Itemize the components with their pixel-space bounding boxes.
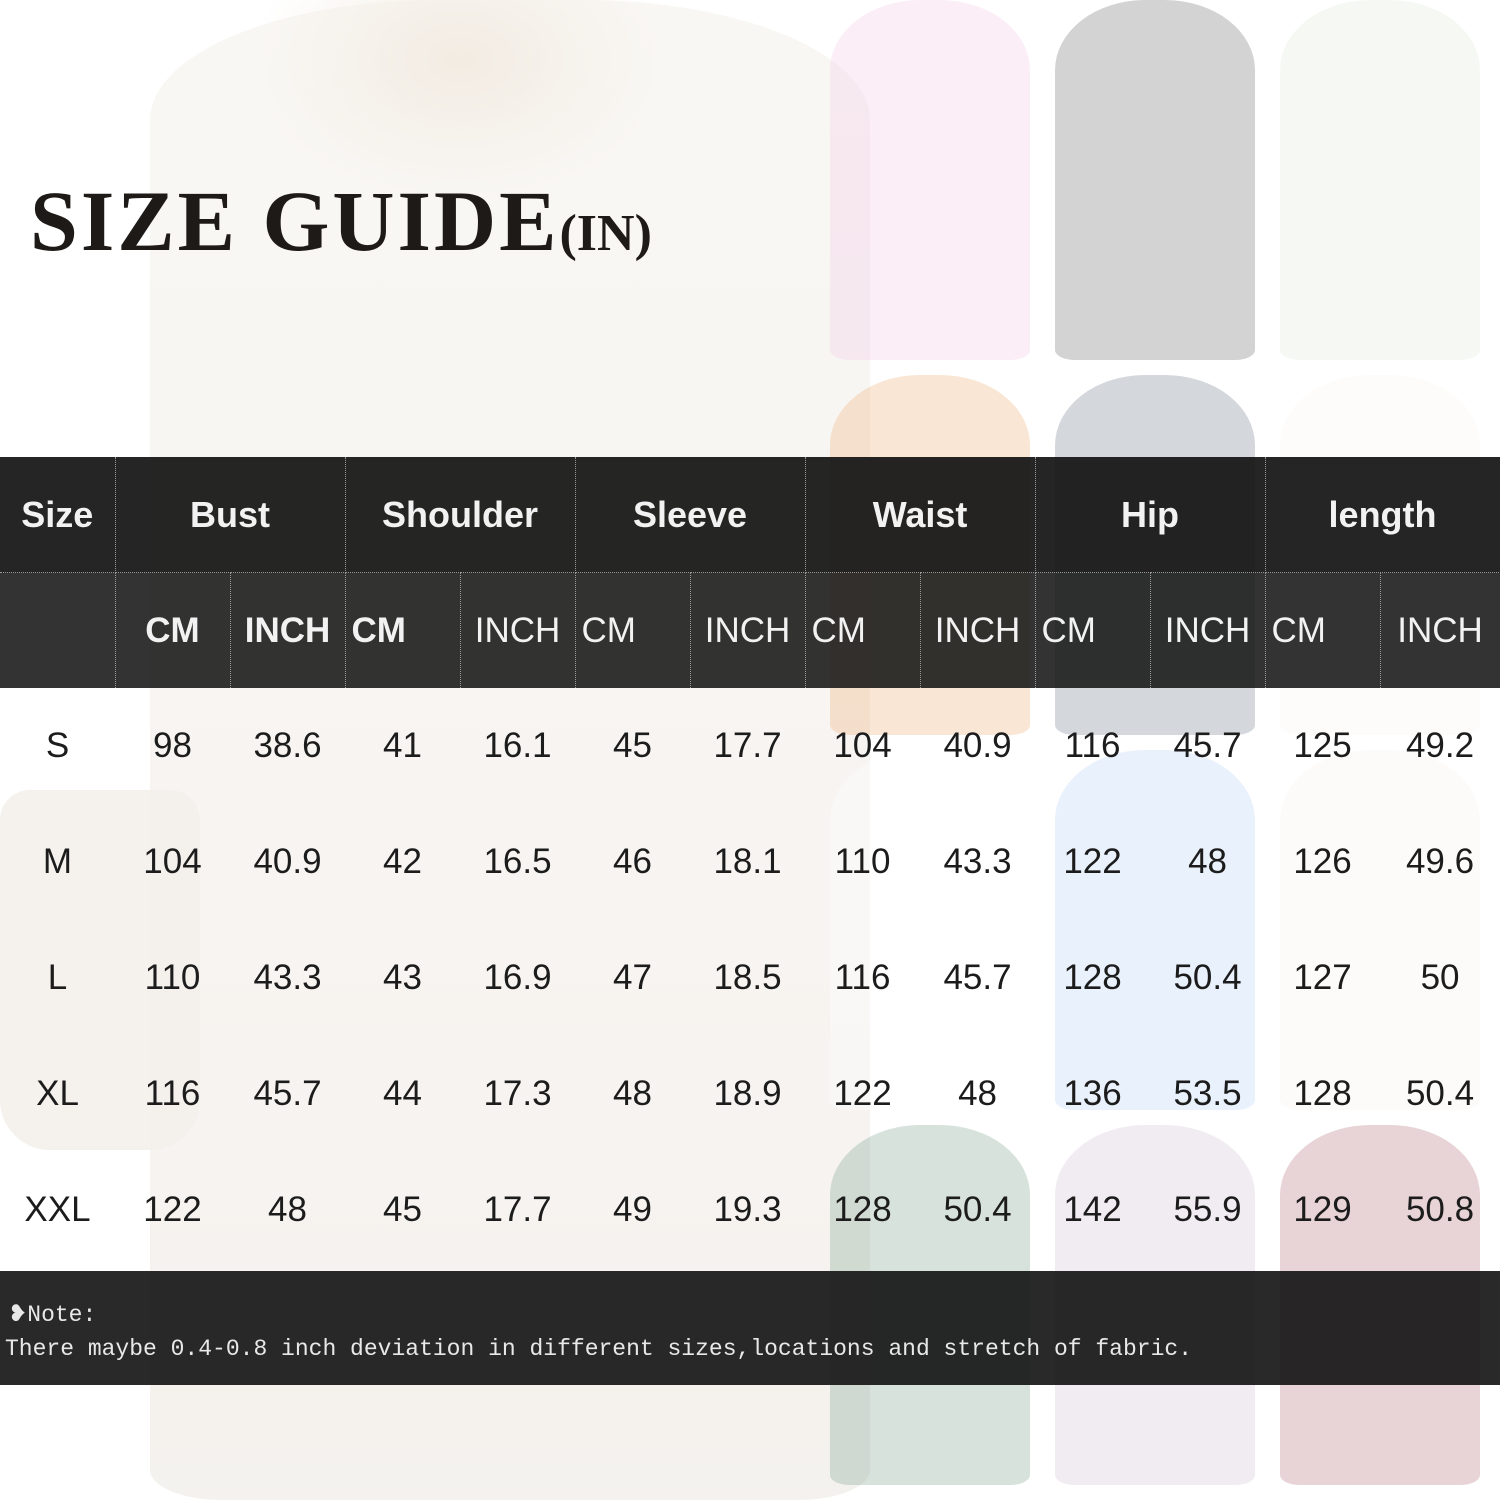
cell-length-in: 50.4 (1405, 1074, 1475, 1113)
cell-sleeve-cm: 49 (613, 1190, 652, 1229)
note-text: There maybe 0.4-0.8 inch deviation in di… (5, 1336, 1192, 1362)
cell-shoulder-in: 17.7 (483, 1190, 552, 1229)
cell-sleeve-cm: 47 (613, 958, 652, 997)
header-bust: Bust (115, 457, 346, 573)
cell-sleeve-cm: 48 (613, 1074, 652, 1113)
header-blank (0, 572, 116, 688)
unit-cm: CM (115, 572, 231, 688)
cell-waist-cm: 128 (833, 1190, 892, 1229)
unit-cm: CM (345, 572, 461, 688)
cell-hip-cm: 116 (1064, 726, 1121, 765)
size-label: XL (36, 1074, 79, 1113)
cell-shoulder-cm: 43 (383, 958, 422, 997)
cell-bust-in: 48 (268, 1190, 307, 1229)
header-shoulder: Shoulder (345, 457, 576, 573)
cell-shoulder-in: 17.3 (483, 1074, 552, 1113)
cell-length-in: 50.8 (1405, 1190, 1475, 1229)
cell-length-cm: 126 (1293, 842, 1352, 881)
unit-inch: INCH (920, 572, 1036, 688)
cell-sleeve-in: 18.1 (713, 842, 782, 881)
cell-shoulder-cm: 44 (383, 1074, 422, 1113)
size-label: S (45, 726, 70, 765)
cell-shoulder-in: 16.1 (483, 726, 552, 765)
unit-cm: CM (1265, 572, 1381, 688)
cell-bust-cm: 98 (153, 726, 192, 765)
note-box: ❥Note: There maybe 0.4-0.8 inch deviatio… (0, 1271, 1500, 1385)
cell-length-in: 50 (1420, 958, 1460, 997)
title-unit: (IN) (559, 205, 652, 262)
cell-sleeve-in: 18.5 (713, 958, 782, 997)
cell-bust-in: 45.7 (253, 1074, 322, 1113)
cell-shoulder-cm: 42 (383, 842, 422, 881)
size-label: M (42, 842, 73, 881)
cell-shoulder-in: 16.5 (483, 842, 552, 881)
table-row: L 110 43.3 43 16.9 47 18.5 116 45.7 128 50.4 127 50 (0, 920, 1500, 1036)
table-row: XXL 122 48 45 17.7 49 19.3 128 50.4 142 55.9 129 50.… (0, 1152, 1500, 1268)
cell-bust-cm: 110 (144, 958, 201, 997)
cell-hip-cm: 128 (1063, 958, 1122, 997)
cell-waist-cm: 122 (833, 1074, 892, 1113)
header-length: length (1265, 457, 1500, 573)
cell-hip-in: 50.4 (1173, 958, 1242, 997)
header-waist: Waist (805, 457, 1036, 573)
header-size: Size (0, 457, 116, 573)
cell-hip-in: 45.7 (1173, 726, 1242, 765)
table-row: XL 116 45.7 44 17.3 48 18.9 122 48 136 53.5 128 50.4 (0, 1036, 1500, 1152)
table-row: S 98 38.6 41 16.1 45 17.7 104 40.9 116 45.7 125 49.2 (0, 688, 1500, 804)
cell-hip-in: 53.5 (1173, 1074, 1242, 1113)
cell-length-cm: 127 (1293, 958, 1352, 997)
title-main: SIZE GUIDE (30, 173, 560, 269)
header-row-measure: Size Bust Shoulder Sleeve Waist Hip leng… (0, 457, 1500, 573)
cell-hip-in: 48 (1188, 842, 1227, 881)
unit-cm: CM (1035, 572, 1151, 688)
header-hip: Hip (1035, 457, 1266, 573)
size-label: L (47, 958, 68, 997)
cell-waist-cm: 116 (834, 958, 891, 997)
unit-inch: INCH (460, 572, 576, 688)
cell-sleeve-in: 18.9 (713, 1074, 782, 1113)
cell-length-cm: 125 (1293, 726, 1352, 765)
cell-length-cm: 128 (1293, 1074, 1352, 1113)
cell-bust-in: 38.6 (253, 726, 322, 765)
cell-sleeve-cm: 46 (613, 842, 652, 881)
cell-hip-cm: 136 (1063, 1074, 1122, 1113)
size-label: XXL (24, 1190, 91, 1229)
cell-sleeve-in: 17.7 (713, 726, 782, 765)
size-table: Size Bust Shoulder Sleeve Waist Hip leng… (0, 457, 1500, 1268)
cell-waist-in: 48 (958, 1074, 997, 1113)
cell-waist-cm: 104 (833, 726, 892, 765)
cell-bust-cm: 116 (144, 1074, 201, 1113)
unit-inch: INCH (1380, 572, 1500, 688)
note-label: ❥Note: (8, 1302, 97, 1328)
header-sleeve: Sleeve (575, 457, 806, 573)
cell-bust-cm: 104 (143, 842, 202, 881)
cell-hip-in: 55.9 (1173, 1190, 1242, 1229)
header-row-units: CM INCH CM INCH CM INCH CM INCH CM INCH … (0, 572, 1500, 688)
cell-shoulder-in: 16.9 (483, 958, 552, 997)
size-guide-title: SIZE GUIDE(IN) (30, 178, 652, 264)
unit-inch: INCH (690, 572, 806, 688)
cell-hip-cm: 142 (1063, 1190, 1122, 1229)
cell-bust-in: 40.9 (253, 842, 322, 881)
cell-waist-in: 40.9 (943, 726, 1012, 765)
cell-hip-cm: 122 (1063, 842, 1122, 881)
cell-shoulder-cm: 41 (383, 726, 422, 765)
cell-length-in: 49.2 (1405, 726, 1475, 765)
cell-bust-in: 43.3 (253, 958, 322, 997)
unit-cm: CM (575, 572, 691, 688)
cell-waist-in: 50.4 (943, 1190, 1012, 1229)
unit-inch: INCH (1150, 572, 1266, 688)
cell-waist-cm: 110 (834, 842, 891, 881)
cell-waist-in: 45.7 (943, 958, 1012, 997)
cell-length-cm: 129 (1293, 1190, 1352, 1229)
cell-bust-cm: 122 (143, 1190, 202, 1229)
cell-sleeve-in: 19.3 (713, 1190, 782, 1229)
table-row: M 104 40.9 42 16.5 46 18.1 110 43.3 122 48 126 49.6 (0, 804, 1500, 920)
cell-shoulder-cm: 45 (383, 1190, 422, 1229)
cell-length-in: 49.6 (1405, 842, 1475, 881)
unit-cm: CM (805, 572, 921, 688)
unit-inch: INCH (230, 572, 346, 688)
cell-waist-in: 43.3 (943, 842, 1012, 881)
cell-sleeve-cm: 45 (613, 726, 652, 765)
